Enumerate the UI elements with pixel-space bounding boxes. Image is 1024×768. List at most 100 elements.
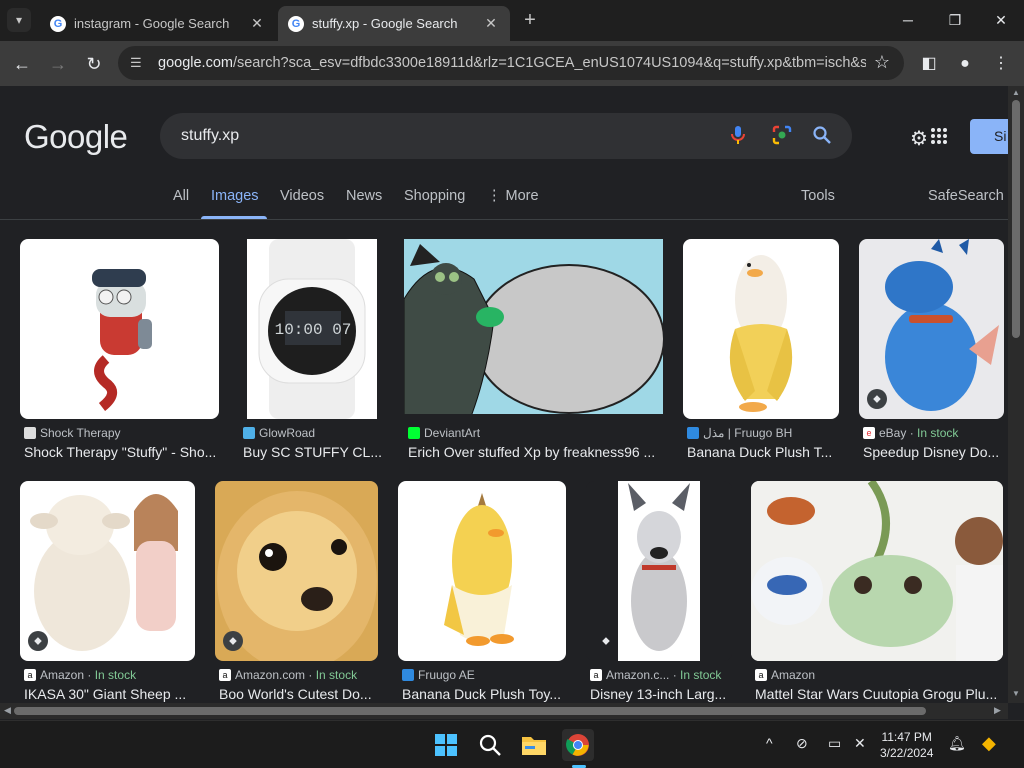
new-tab-button[interactable]: + (518, 8, 542, 32)
result-caption[interactable]: Boo World's Cutest Do... (219, 686, 385, 702)
copilot-icon[interactable]: ◆ (982, 733, 996, 754)
chrome-icon[interactable] (562, 729, 594, 761)
forward-button[interactable]: → (45, 51, 71, 77)
scroll-up-icon[interactable]: ▲ (1012, 88, 1020, 97)
scrollbar-thumb[interactable] (1012, 100, 1020, 338)
site-info-icon[interactable]: ☰ (130, 55, 148, 71)
tools-button[interactable]: Tools (801, 188, 835, 204)
result-card[interactable]: Shock Therapy Shock Therapy "Stuffy" - S… (20, 239, 220, 464)
address-bar[interactable]: ☰ google.com/search?sca_esv=dfbdc3300e18… (118, 46, 904, 80)
result-card[interactable]: 10:00 07 GlowRoad Buy SC STUFFY CL... (243, 239, 387, 464)
horizontal-scrollbar[interactable]: ◀ ▶ (0, 703, 1008, 719)
result-caption[interactable]: Banana Duck Plush T... (687, 444, 841, 460)
reload-button[interactable]: ↻ (81, 51, 107, 77)
result-source[interactable]: a Amazon.com · In stock (219, 668, 357, 682)
result-thumbnail[interactable] (20, 239, 219, 419)
search-box[interactable]: stuffy.xp (160, 113, 852, 159)
tab-stuffy[interactable]: G stuffy.xp - Google Search ✕ (278, 6, 510, 41)
tab-all[interactable]: All (173, 188, 189, 204)
search-icon[interactable] (474, 729, 506, 761)
result-card[interactable]: مذل | Fruugo BH Banana Duck Plush T... (683, 239, 843, 464)
result-card[interactable]: ⬥ a Amazon.c... · In stock Disney 13-inch… (586, 481, 736, 703)
search-icon[interactable] (811, 125, 833, 147)
tab-instagram[interactable]: G instagram - Google Search ✕ (40, 6, 276, 41)
tab-videos[interactable]: Videos (280, 188, 324, 204)
microphone-icon[interactable] (727, 125, 749, 147)
site-favicon-icon (402, 669, 414, 681)
safesearch-button[interactable]: SafeSearch (928, 188, 1004, 204)
result-caption[interactable]: Erich Over stuffed Xp by freakness96 ... (408, 444, 664, 460)
google-logo[interactable]: Google (24, 118, 128, 156)
search-input[interactable]: stuffy.xp (181, 127, 239, 145)
restore-button[interactable]: ❐ (932, 6, 978, 34)
vertical-scrollbar[interactable]: ▲ ▼ (1008, 86, 1024, 703)
menu-kebab-icon[interactable]: ⋮ (990, 53, 1012, 75)
result-card[interactable]: ⬥ a Amazon · In stock IKASA 30" Giant She… (20, 481, 200, 703)
result-thumbnail[interactable]: 10:00 07 (247, 239, 377, 419)
volume-muted-icon[interactable]: ✕ (854, 735, 866, 752)
close-icon[interactable]: ✕ (482, 15, 500, 32)
search-type-tabs: All Images Videos News Shopping ⋮ More T… (0, 186, 1008, 220)
settings-gear-icon[interactable]: ⚙ (910, 126, 928, 151)
result-card[interactable]: ⬥ a Amazon.com · In stock Boo World's Cut… (215, 481, 385, 703)
close-icon[interactable]: ✕ (248, 15, 266, 32)
scrollbar-thumb[interactable] (14, 707, 926, 715)
result-thumbnail[interactable] (404, 239, 663, 414)
tab-more[interactable]: ⋮ More (487, 188, 539, 204)
minimize-button[interactable]: ─ (885, 6, 931, 34)
notification-bell-icon[interactable]: 🔔︎ (948, 735, 966, 752)
result-thumbnail[interactable]: ⬥ (859, 239, 1004, 419)
result-caption[interactable]: Buy SC STUFFY CL... (243, 444, 381, 460)
scroll-down-icon[interactable]: ▼ (1012, 689, 1020, 698)
result-thumbnail[interactable] (398, 481, 566, 661)
result-card[interactable]: a Amazon Mattel Star Wars Cuutopia Grogu … (751, 481, 1008, 703)
google-apps-icon[interactable] (931, 128, 947, 144)
windows-start-icon[interactable] (430, 729, 462, 761)
tab-shopping[interactable]: Shopping (404, 188, 465, 204)
site-favicon-icon: a (755, 669, 767, 681)
site-favicon-icon: a (219, 669, 231, 681)
tab-images[interactable]: Images (211, 188, 259, 204)
result-caption[interactable]: Banana Duck Plush Toy... (402, 686, 570, 702)
scroll-right-icon[interactable]: ▶ (994, 705, 1001, 716)
result-thumbnail[interactable]: ⬥ (215, 481, 378, 661)
bookmark-star-icon[interactable]: ☆ (874, 52, 890, 73)
result-caption[interactable]: Disney 13-inch Larg... (590, 686, 736, 702)
system-clock[interactable]: 11:47 PM 3/22/2024 (880, 729, 933, 761)
profile-icon[interactable]: ● (954, 53, 976, 75)
result-card[interactable]: DeviantArt Erich Over stuffed Xp by frea… (404, 239, 664, 464)
result-thumbnail[interactable] (683, 239, 839, 419)
result-card[interactable]: Fruugo AE Banana Duck Plush Toy... (398, 481, 573, 703)
result-caption[interactable]: Shock Therapy "Stuffy" - Sho... (24, 444, 220, 460)
result-source[interactable]: e eBay · In stock (863, 426, 958, 440)
result-thumbnail[interactable]: ⬥ (586, 481, 732, 661)
file-explorer-icon[interactable] (518, 729, 550, 761)
back-button[interactable]: ← (9, 51, 35, 77)
site-favicon-icon (243, 427, 255, 439)
result-source[interactable]: Fruugo AE (402, 668, 475, 682)
result-card[interactable]: ⬥ e eBay · In stock Speedup Disney Do... (859, 239, 1008, 464)
result-source[interactable]: DeviantArt (408, 426, 480, 440)
tab-search-button[interactable]: ▾ (7, 8, 31, 32)
result-thumbnail[interactable]: ⬥ (20, 481, 195, 661)
lens-icon[interactable] (771, 125, 793, 147)
result-source[interactable]: a Amazon.c... · In stock (590, 668, 721, 682)
result-source[interactable]: Shock Therapy (24, 426, 121, 440)
active-tab-indicator (201, 216, 267, 219)
display-icon[interactable]: ▭ (828, 735, 841, 752)
result-source[interactable]: a Amazon · In stock (24, 668, 136, 682)
result-caption[interactable]: Speedup Disney Do... (863, 444, 1004, 460)
chevron-up-icon[interactable]: ^ (766, 735, 773, 751)
result-source[interactable]: مذل | Fruugo BH (687, 426, 792, 440)
result-caption[interactable]: IKASA 30" Giant Sheep ... (24, 686, 200, 702)
result-caption[interactable]: Mattel Star Wars Cuutopia Grogu Plu... (755, 686, 1005, 702)
close-window-button[interactable]: ✕ (978, 6, 1024, 34)
network-offline-icon[interactable]: ⊘ (796, 735, 808, 752)
result-source[interactable]: a Amazon (755, 668, 815, 682)
tab-news[interactable]: News (346, 188, 382, 204)
image-results-grid: Shock Therapy Shock Therapy "Stuffy" - S… (0, 221, 1008, 703)
scroll-left-icon[interactable]: ◀ (4, 705, 11, 716)
result-source[interactable]: GlowRoad (243, 426, 315, 440)
side-panel-icon[interactable]: ◧ (918, 53, 940, 75)
result-thumbnail[interactable] (751, 481, 1003, 661)
